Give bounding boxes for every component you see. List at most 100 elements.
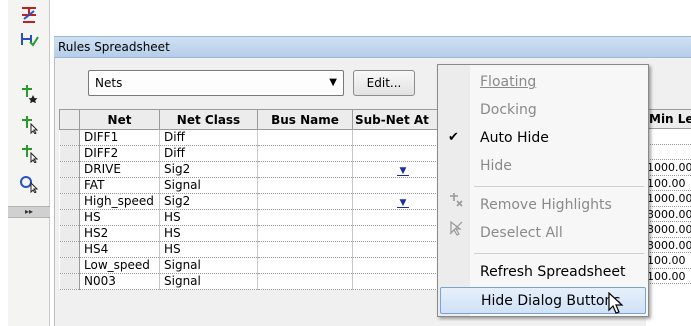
net-class-cell[interactable]: HS <box>159 241 258 258</box>
table-row[interactable]: DIFF2 Diff <box>59 145 445 162</box>
bus-name-cell[interactable] <box>257 241 353 258</box>
menu-item-label: Remove Highlights <box>480 197 612 213</box>
net-class-cell[interactable]: HS <box>159 209 258 226</box>
chevron-down-icon[interactable]: ▼ <box>329 77 337 88</box>
column-header[interactable]: Net Class <box>159 109 258 130</box>
bus-name-cell[interactable] <box>257 145 353 162</box>
min-length-cell[interactable] <box>646 129 691 145</box>
net-class-cell[interactable]: Sig2 <box>159 193 258 210</box>
column-header[interactable]: Bus Name <box>257 109 353 130</box>
rules-check-icon[interactable] <box>16 28 42 50</box>
net-class-cell[interactable]: Diff <box>159 129 258 146</box>
net-class-cell[interactable]: Signal <box>159 257 258 274</box>
row-header[interactable] <box>59 225 80 242</box>
sub-net-cell[interactable]: ▼ <box>352 161 445 178</box>
sub-net-cell[interactable]: ▼ <box>352 193 445 210</box>
net-cell[interactable]: DIFF1 <box>79 129 160 146</box>
table-row[interactable]: FAT Signal <box>59 177 445 194</box>
menu-item-auto-hide[interactable]: ✔ Auto Hide <box>440 125 646 151</box>
menu-item-deselect-all[interactable]: Deselect All <box>440 220 646 246</box>
sub-net-cell[interactable] <box>352 177 445 194</box>
table-row[interactable]: HS2 HS <box>59 225 445 242</box>
min-length-cell[interactable]: 1000.00 <box>646 160 691 176</box>
bus-name-cell[interactable] <box>257 209 353 226</box>
panel-title-bar[interactable]: Rules Spreadsheet <box>54 36 691 58</box>
menu-item-docking[interactable]: Docking <box>440 97 646 123</box>
min-length-cell[interactable] <box>646 145 691 160</box>
net-cell[interactable]: N003 <box>79 273 160 290</box>
min-length-cell[interactable]: 3000.00 <box>646 207 691 222</box>
row-header[interactable] <box>59 241 80 258</box>
row-header[interactable] <box>59 193 80 210</box>
bus-name-cell[interactable] <box>257 273 353 290</box>
sub-net-cell[interactable] <box>352 257 445 274</box>
menu-separator <box>474 253 644 254</box>
sub-net-cell[interactable] <box>352 241 445 258</box>
min-length-cell[interactable]: 100.00 <box>646 253 691 269</box>
top-area <box>50 0 691 36</box>
net-class-cell[interactable]: HS <box>159 225 258 242</box>
row-header[interactable] <box>59 177 80 194</box>
table-row[interactable]: HS HS <box>59 209 445 226</box>
net-star-icon[interactable] <box>16 82 42 104</box>
net-cell[interactable]: HS4 <box>79 241 160 258</box>
net-class-cell[interactable]: Signal <box>159 177 258 194</box>
bus-name-cell[interactable] <box>257 193 353 210</box>
edit-button[interactable]: Edit... <box>353 70 415 96</box>
net-select-icon[interactable] <box>16 113 42 135</box>
min-length-cell[interactable]: 100.00 <box>646 176 691 191</box>
table-row[interactable]: Low_speed Signal <box>59 257 445 274</box>
min-length-cell[interactable]: 1000.00 <box>646 191 691 207</box>
column-header[interactable]: Net <box>79 109 160 130</box>
row-header[interactable] <box>59 129 80 146</box>
net-cell[interactable]: FAT <box>79 177 160 194</box>
net-cell[interactable]: DIFF2 <box>79 145 160 162</box>
net-class-cell[interactable]: Diff <box>159 145 258 162</box>
object-type-select[interactable]: Nets ▼ <box>88 70 344 96</box>
sub-net-cell[interactable] <box>352 129 445 146</box>
sub-net-cell[interactable] <box>352 145 445 162</box>
dropdown-arrow-icon[interactable]: ▼ <box>397 199 409 208</box>
context-menu: Floating Docking ✔ Auto Hide Hide Remove… <box>437 64 649 317</box>
sub-net-cell[interactable] <box>352 209 445 226</box>
table-row[interactable]: DIFF1 Diff <box>59 129 445 146</box>
menu-item-hide[interactable]: Hide <box>440 153 646 179</box>
menu-item-remove-highlights[interactable]: Remove Highlights <box>440 192 646 218</box>
net-cell[interactable]: HS <box>79 209 160 226</box>
row-header[interactable] <box>59 161 80 178</box>
row-header[interactable] <box>59 209 80 226</box>
probe-icon[interactable] <box>16 172 42 194</box>
menu-item-floating[interactable]: Floating <box>440 69 646 95</box>
bus-name-cell[interactable] <box>257 161 353 178</box>
net-select-2-icon[interactable] <box>16 142 42 164</box>
sub-net-cell[interactable] <box>352 273 445 290</box>
net-cell[interactable]: Low_speed <box>79 257 160 274</box>
menu-item-label: Auto Hide <box>480 130 549 146</box>
net-class-cell[interactable]: Sig2 <box>159 161 258 178</box>
bus-name-cell[interactable] <box>257 177 353 194</box>
toolbar-expand-handle[interactable]: ▸▸ <box>8 206 50 218</box>
net-cell[interactable]: High_speed <box>79 193 160 210</box>
dropdown-arrow-icon[interactable]: ▼ <box>397 167 409 176</box>
bus-name-cell[interactable] <box>257 129 353 146</box>
net-cell[interactable]: DRIVE <box>79 161 160 178</box>
row-header[interactable] <box>59 145 80 162</box>
net-cell[interactable]: HS2 <box>79 225 160 242</box>
bus-name-cell[interactable] <box>257 257 353 274</box>
min-length-cell[interactable]: 100.00 <box>646 269 691 284</box>
menu-item-refresh-spreadsheet[interactable]: Refresh Spreadsheet <box>440 259 646 285</box>
table-row[interactable]: HS4 HS <box>59 241 445 258</box>
table-row[interactable]: High_speed Sig2 ▼ <box>59 193 445 210</box>
min-length-cell[interactable]: 3000.00 <box>646 222 691 238</box>
route-icon[interactable] <box>16 4 42 26</box>
column-header[interactable]: Sub-Net At <box>352 109 445 130</box>
column-header[interactable]: Min Le <box>646 109 691 129</box>
net-class-cell[interactable]: Signal <box>159 273 258 290</box>
sub-net-cell[interactable] <box>352 225 445 242</box>
table-row[interactable]: N003 Signal <box>59 273 445 290</box>
min-length-cell[interactable]: 3000.00 <box>646 238 691 253</box>
bus-name-cell[interactable] <box>257 225 353 242</box>
row-header[interactable] <box>59 273 80 290</box>
table-row[interactable]: DRIVE Sig2 ▼ <box>59 161 445 178</box>
row-header[interactable] <box>59 257 80 274</box>
